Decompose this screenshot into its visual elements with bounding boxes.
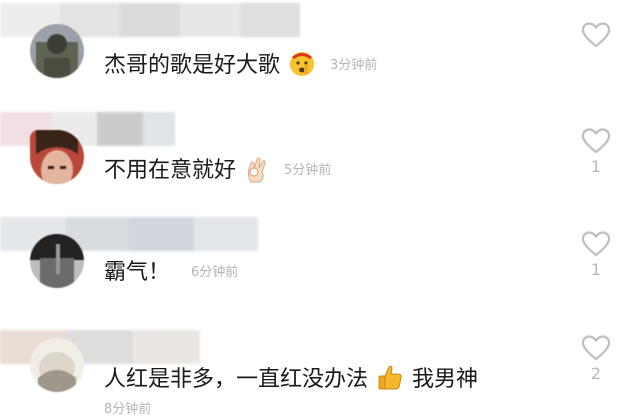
avatar[interactable] bbox=[30, 24, 84, 78]
heart-outline-icon bbox=[581, 128, 611, 154]
heart-outline-icon bbox=[581, 335, 611, 361]
comment-text: 霸气！ 6分钟前 bbox=[104, 258, 238, 288]
comment-time: 6分钟前 bbox=[191, 265, 239, 280]
avatar[interactable] bbox=[30, 234, 84, 288]
like-button[interactable] bbox=[581, 127, 611, 155]
comment-body: 人红是非多，一直红没办法 bbox=[104, 367, 369, 392]
like-button[interactable] bbox=[581, 334, 611, 362]
avatar[interactable] bbox=[30, 338, 84, 392]
avatar[interactable] bbox=[30, 130, 84, 184]
thumbs-up-emoji bbox=[377, 364, 403, 390]
like-count: 1 bbox=[590, 157, 602, 176]
comment-body-continued: 我男神 bbox=[412, 367, 479, 392]
comment-time: 5分钟前 bbox=[284, 163, 332, 178]
comment-body: 杰哥的歌是好大歌 bbox=[104, 53, 281, 78]
like-count: 2 bbox=[590, 364, 602, 383]
comment-body: 不用在意就好 bbox=[104, 158, 237, 183]
username-blurred bbox=[0, 112, 175, 146]
heart-outline-icon bbox=[581, 22, 611, 48]
comment-text: 杰哥的歌是好大歌 3分钟前 bbox=[104, 51, 377, 81]
comment-text: 人红是非多，一直红没办法 我男神 bbox=[104, 365, 478, 395]
comment-time: 8分钟前 bbox=[104, 402, 152, 417]
shushing-face-emoji bbox=[289, 51, 315, 77]
like-button[interactable] bbox=[581, 230, 611, 258]
ok-hand-emoji bbox=[245, 155, 269, 183]
heart-outline-icon bbox=[581, 231, 611, 257]
comment-text: 不用在意就好 5分钟前 bbox=[104, 156, 331, 186]
comment-time: 3分钟前 bbox=[330, 58, 378, 73]
like-button[interactable] bbox=[581, 21, 611, 49]
comment-body: 霸气！ bbox=[104, 260, 171, 285]
like-count: 1 bbox=[590, 260, 602, 279]
